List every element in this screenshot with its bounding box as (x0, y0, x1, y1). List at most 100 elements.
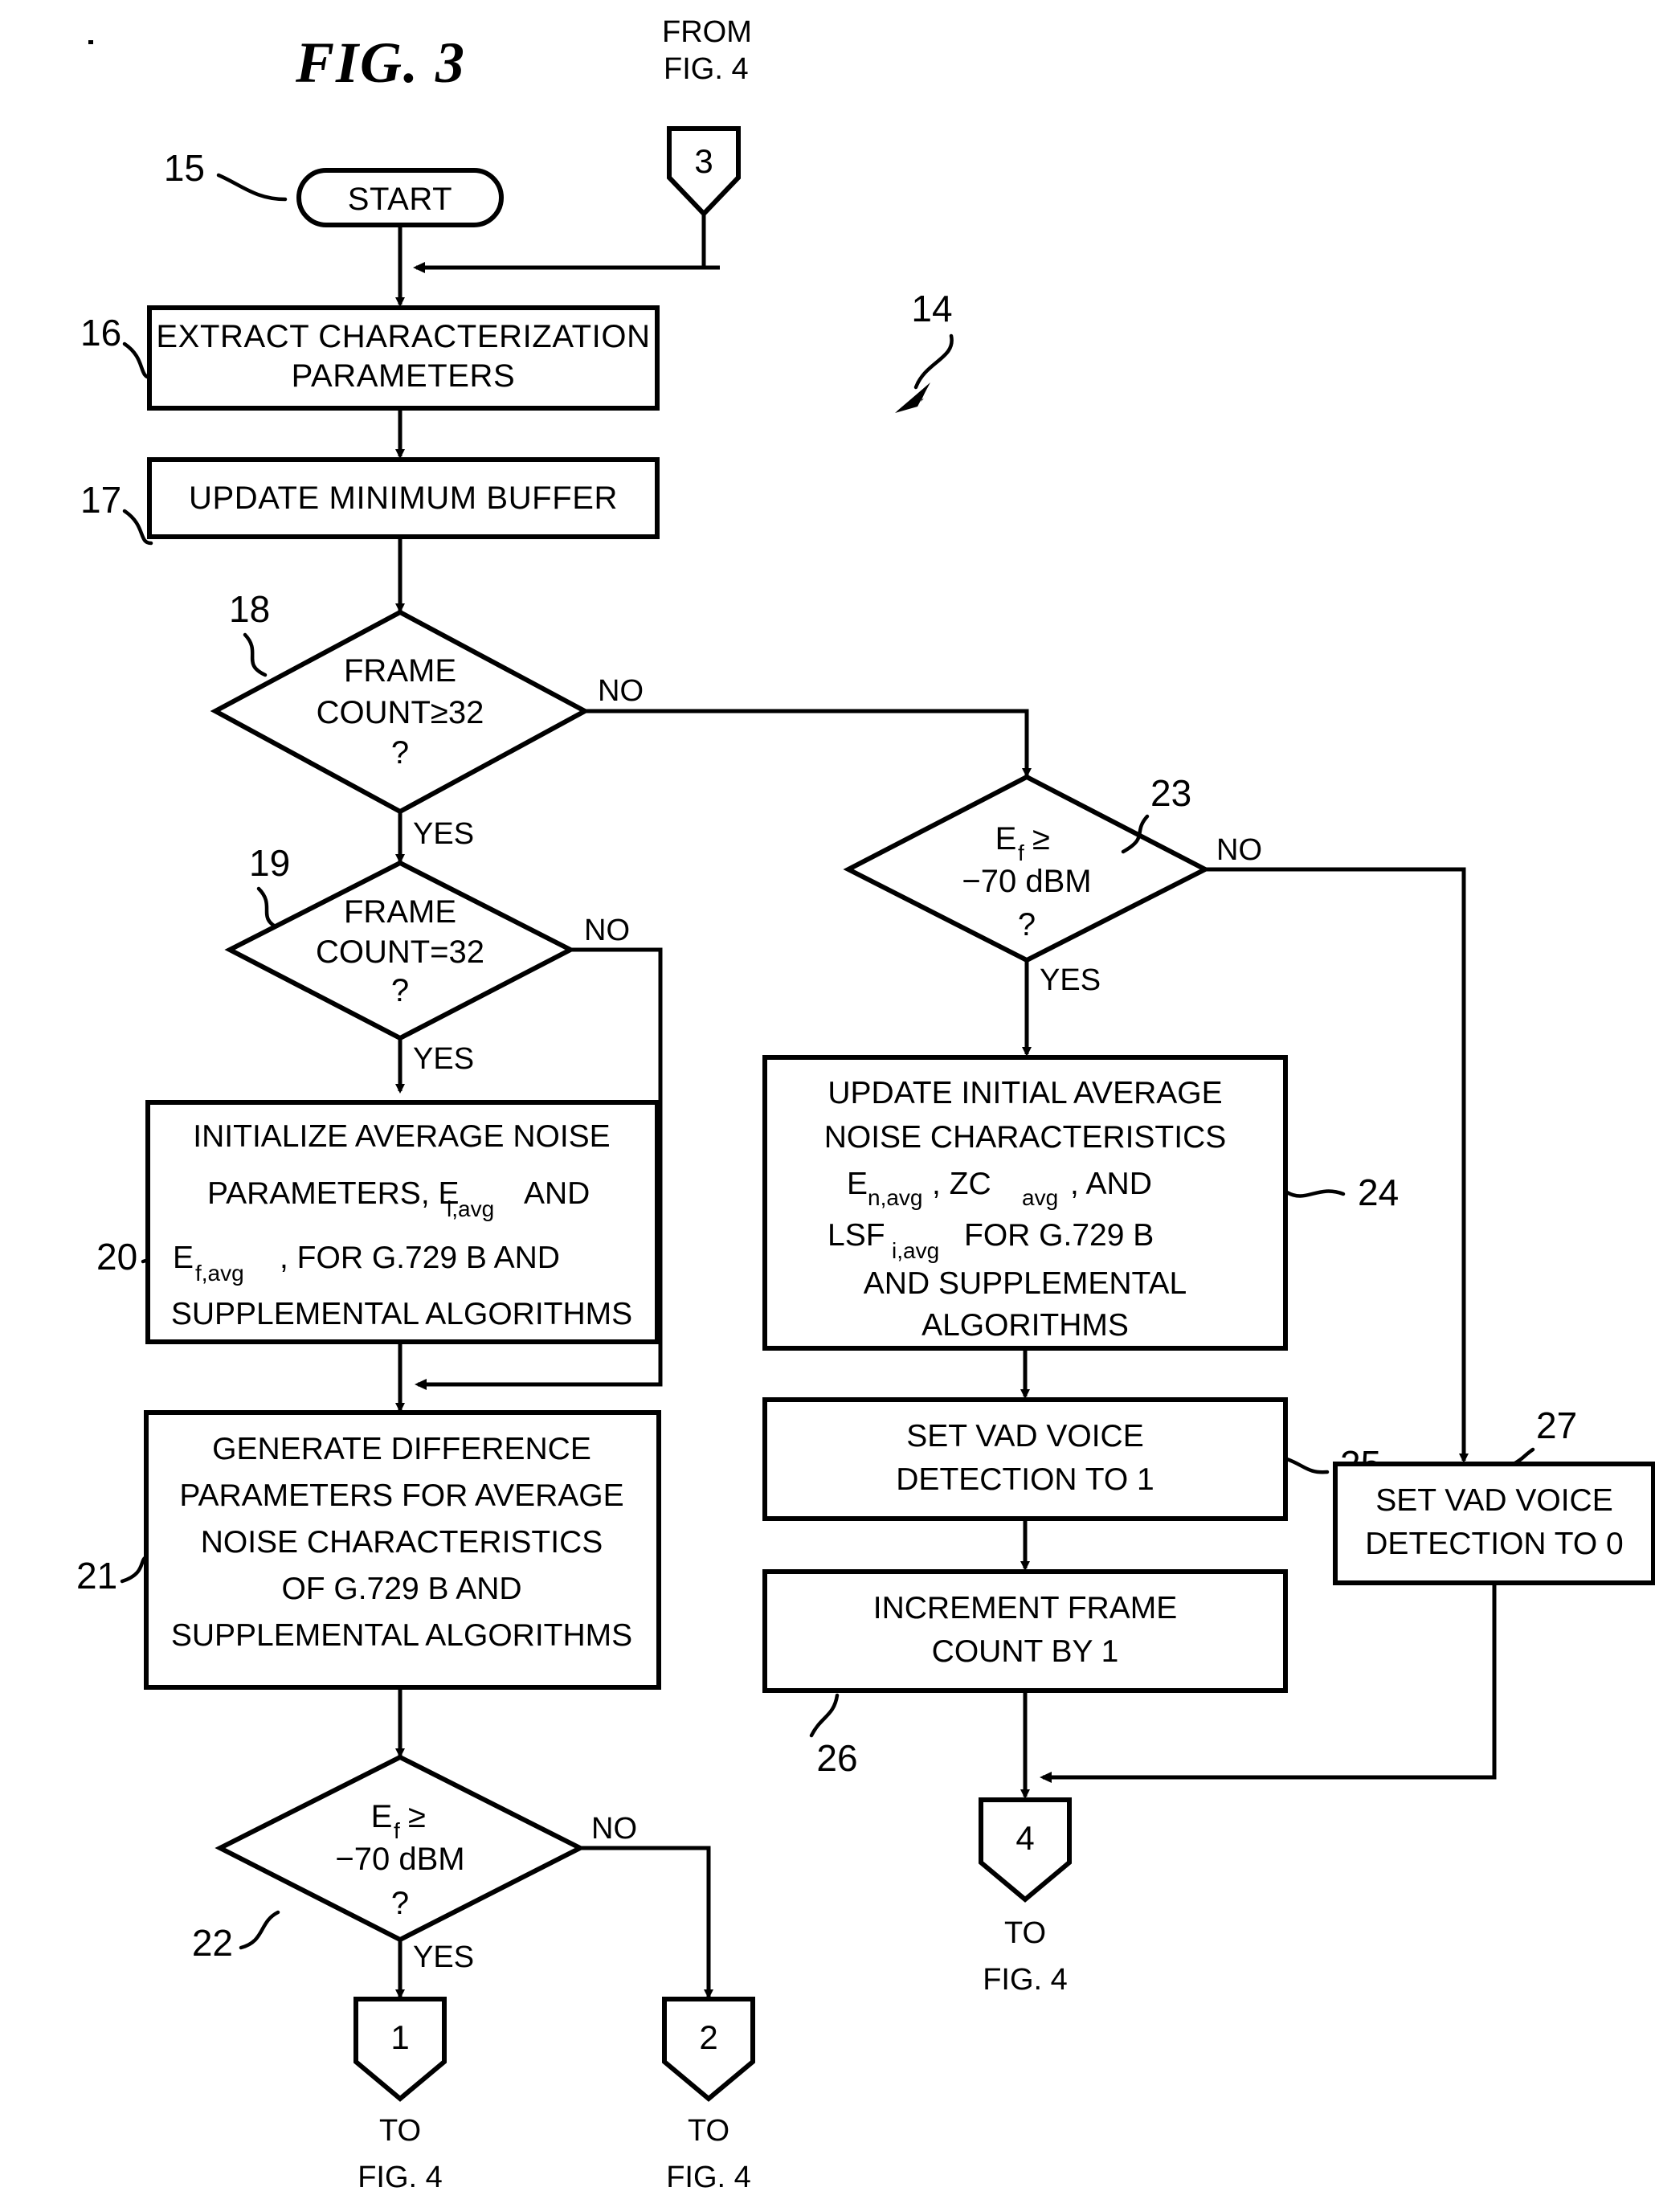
leader-18 (243, 632, 268, 677)
box-set-vad-0 (1333, 1462, 1655, 1585)
ref-21: 21 (76, 1555, 117, 1597)
d19-yes-label: YES (413, 1042, 474, 1076)
leader-25 (1285, 1457, 1330, 1474)
box20-line-2-subscript: l,avg (447, 1196, 494, 1221)
ref-15: 15 (164, 147, 205, 189)
d19-no-label: NO (584, 914, 630, 947)
box24-line-4-a: LSF (828, 1218, 885, 1253)
box24-line-4-subscript: i,avg (892, 1238, 939, 1263)
box24-line-1: UPDATE INITIAL AVERAGE (828, 1076, 1222, 1110)
d19-line-3: ? (391, 973, 409, 1008)
d18-line-1: FRAME (344, 653, 456, 689)
box26-line-1: INCREMENT FRAME (873, 1591, 1177, 1625)
box24-line-5: AND SUPPLEMENTAL (864, 1266, 1187, 1301)
d22-line-1-subscript: f (394, 1818, 400, 1843)
box24-line-3-c: , AND (1070, 1167, 1152, 1201)
to-fig4-connector-4-caption-line2: FIG. 4 (983, 1963, 1068, 1997)
box21-line-5: SUPPLEMENTAL ALGORITHMS (171, 1618, 632, 1653)
box24-line-3-a: E (847, 1167, 868, 1201)
to-fig4-connector-4-number: 4 (1015, 1819, 1034, 1857)
ref-20: 20 (96, 1236, 137, 1278)
d19-line-2: COUNT=32 (316, 934, 484, 970)
edge-d22-no-to-conn2 (580, 1846, 713, 1999)
box21-line-2: PARAMETERS FOR AVERAGE (179, 1478, 623, 1513)
d18-line-3: ? (391, 735, 409, 771)
edge-d18-no-to-d23 (585, 709, 1032, 778)
from-fig4-stub (701, 214, 720, 270)
d22-line-1-b: ≥ (408, 1799, 426, 1834)
leader-19 (256, 886, 282, 931)
to-fig4-connector-2-caption-line2: FIG. 4 (666, 2161, 751, 2194)
ref-19: 19 (249, 842, 290, 884)
start-label: START (348, 182, 452, 217)
d23-line-3: ? (1018, 907, 1036, 942)
box20-line-2-b: AND (524, 1176, 590, 1211)
box21-line-1: GENERATE DIFFERENCE (212, 1432, 591, 1466)
box27-line-2: DETECTION TO 0 (1365, 1527, 1623, 1561)
box20-line-3-b: , FOR G.729 B AND (280, 1241, 560, 1275)
d23-line-2: −70 dBM (962, 864, 1091, 899)
d23-line-1-b: ≥ (1032, 821, 1050, 857)
flowchart-canvas: FIG. 3 FROM FIG. 4 3 15 START 16 EXTRACT… (76, 15, 1655, 2194)
d19-line-1: FRAME (344, 894, 456, 930)
leader-26 (809, 1693, 840, 1738)
box25-line-1: SET VAD VOICE (906, 1419, 1143, 1454)
box20-line-3-subscript: f,avg (195, 1261, 244, 1286)
leader-22 (239, 1910, 280, 1950)
to-fig4-connector-2-number: 2 (699, 2018, 717, 2056)
d22-line-1-a: E (371, 1799, 393, 1834)
d18-line-2: COUNT≥32 (317, 695, 484, 730)
from-fig4-caption-line2: FIG. 4 (664, 52, 749, 86)
box-set-vad-1 (762, 1397, 1288, 1521)
ref-16: 16 (80, 312, 121, 354)
box24-line-3-subscript-2: avg (1022, 1185, 1058, 1210)
d22-line-3: ? (391, 1886, 409, 1921)
box24-line-3-subscript-1: n,avg (868, 1185, 923, 1210)
ref-23: 23 (1150, 772, 1191, 814)
box24-line-4-b: FOR G.729 B (964, 1218, 1154, 1253)
d18-yes-label: YES (413, 817, 474, 851)
leader-15 (216, 173, 288, 202)
ref-26: 26 (816, 1737, 857, 1779)
to-fig4-connector-1-caption-line2: FIG. 4 (358, 2161, 443, 2194)
box26-line-2: COUNT BY 1 (932, 1634, 1119, 1669)
to-fig4-connector-1-caption-line1: TO (379, 2114, 421, 2148)
d22-line-2: −70 dBM (335, 1842, 464, 1877)
ref-24: 24 (1358, 1171, 1399, 1213)
extract-line-1: EXTRACT CHARACTERIZATION (156, 319, 650, 354)
d23-yes-label: YES (1040, 963, 1101, 997)
box-increment-frame-count (762, 1569, 1288, 1693)
d23-line-1-subscript: f (1018, 840, 1024, 865)
box21-line-4: OF G.729 B AND (281, 1572, 521, 1606)
patent-figure-page: FIG. 3 FROM FIG. 4 3 15 START 16 EXTRACT… (0, 0, 1655, 2212)
d23-line-1-a: E (995, 821, 1017, 857)
box20-line-4: SUPPLEMENTAL ALGORITHMS (171, 1297, 632, 1331)
box27-line-1: SET VAD VOICE (1375, 1483, 1612, 1518)
box20-line-2-a: PARAMETERS, E (207, 1176, 460, 1211)
box20-line-3-a: E (173, 1241, 194, 1275)
box24-line-2: NOISE CHARACTERISTICS (824, 1120, 1227, 1155)
extract-line-2: PARAMETERS (292, 358, 516, 394)
d23-no-label: NO (1216, 833, 1262, 867)
box24-line-6: ALGORITHMS (921, 1308, 1129, 1343)
to-fig4-connector-1-number: 1 (390, 2018, 409, 2056)
leader-24 (1285, 1189, 1346, 1198)
ref-18: 18 (229, 588, 270, 630)
leader-14 (913, 333, 954, 390)
ref-17: 17 (80, 479, 121, 521)
ref-14: 14 (911, 288, 952, 329)
ref-22: 22 (192, 1922, 233, 1964)
box24-line-3-b: , ZC (932, 1167, 991, 1201)
from-fig4-connector-number: 3 (694, 142, 713, 180)
update-min-buffer-line-1: UPDATE MINIMUM BUFFER (189, 480, 618, 516)
figure-title: FIG. 3 (295, 31, 466, 95)
to-fig4-connector-4-caption-line1: TO (1004, 1916, 1046, 1950)
from-fig4-caption-line1: FROM (662, 15, 752, 49)
to-fig4-connector-2-caption-line1: TO (688, 2114, 729, 2148)
ref-27: 27 (1536, 1404, 1577, 1446)
d22-yes-label: YES (413, 1940, 474, 1974)
d18-no-label: NO (598, 674, 644, 708)
d22-no-label: NO (591, 1812, 637, 1846)
box25-line-2: DETECTION TO 1 (896, 1462, 1154, 1497)
box21-line-3: NOISE CHARACTERISTICS (201, 1525, 603, 1560)
